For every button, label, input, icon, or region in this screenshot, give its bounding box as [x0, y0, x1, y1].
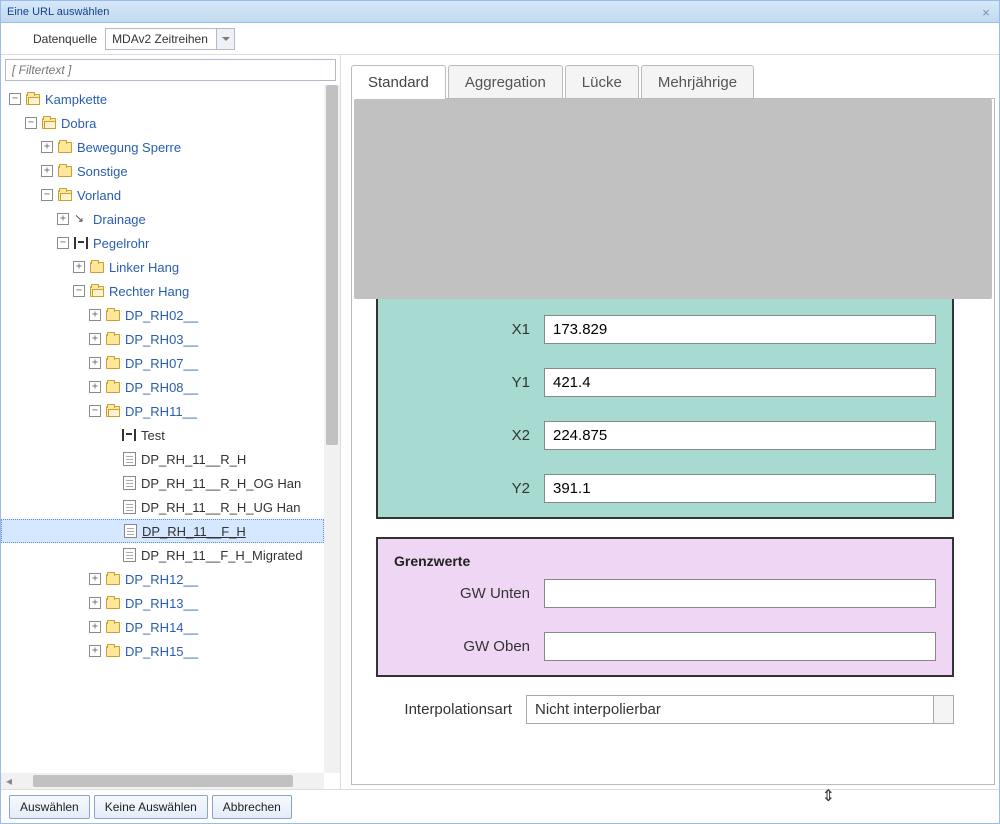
tree-node-rh11-f-h[interactable]: DP_RH_11__F_H [1, 519, 324, 543]
tree-node-rh15[interactable]: +DP_RH15__ [1, 639, 324, 663]
chevron-down-icon[interactable] [216, 29, 234, 49]
folder-closed-icon [105, 308, 121, 322]
tab-luecke[interactable]: Lücke [565, 65, 639, 99]
select-button[interactable]: Auswählen [9, 795, 90, 819]
filter-input[interactable] [5, 59, 336, 81]
tabs: Standard Aggregation Lücke Mehrjährige [351, 65, 995, 99]
folder-open-icon [89, 284, 105, 298]
toolbar: Datenquelle MDAv2 Zeitreihen [1, 23, 999, 55]
datasource-value: MDAv2 Zeitreihen [106, 29, 216, 49]
detail-panel: Standard Aggregation Lücke Mehrjährige D… [341, 55, 999, 789]
datasource-label: Datenquelle [33, 32, 97, 46]
tree-node-rh03[interactable]: +DP_RH03__ [1, 327, 324, 351]
document-icon [121, 500, 137, 514]
folder-closed-icon [105, 332, 121, 346]
folder-closed-icon [89, 260, 105, 274]
folder-open-icon [57, 188, 73, 202]
document-icon [121, 476, 137, 490]
folder-closed-icon [105, 572, 121, 586]
deselect-button[interactable]: Keine Auswählen [94, 795, 208, 819]
close-icon[interactable]: × [979, 5, 993, 19]
tab-mehrjaehrige[interactable]: Mehrjährige [641, 65, 754, 99]
tree-node-pegelrohr[interactable]: −Pegelrohr [1, 231, 324, 255]
tree-node-drainage[interactable]: +Drainage [1, 207, 324, 231]
y1-input[interactable] [544, 368, 936, 397]
y2-label: Y2 [394, 480, 544, 497]
folder-closed-icon [105, 380, 121, 394]
dialog-title: Eine URL auswählen [7, 6, 979, 18]
titlebar: Eine URL auswählen × [1, 1, 999, 23]
folder-closed-icon [105, 620, 121, 634]
interpolationsart-select[interactable]: Nicht interpolierbar [526, 695, 954, 724]
tree-node-rh12[interactable]: +DP_RH12__ [1, 567, 324, 591]
resize-cursor-icon: ⇕ [822, 786, 835, 806]
folder-closed-icon [105, 356, 121, 370]
folder-closed-icon [57, 140, 73, 154]
document-icon [121, 548, 137, 562]
x2-label: X2 [394, 427, 544, 444]
tree-node-rh11-r-h-ug[interactable]: DP_RH_11__R_H_UG Han [1, 495, 324, 519]
tree-node-rechterhang[interactable]: −Rechter Hang [1, 279, 324, 303]
interpolationsart-value: Nicht interpolierbar [526, 695, 934, 724]
tree-horizontal-scrollbar[interactable]: ◂ [1, 773, 324, 789]
folder-closed-icon [105, 644, 121, 658]
y2-input[interactable] [544, 474, 936, 503]
tree-panel: −Kampkette −Dobra +Bewegung Sperre +Sons… [1, 55, 341, 789]
drainage-icon [73, 212, 89, 226]
tree-node-kampkette[interactable]: −Kampkette [1, 87, 324, 111]
tab-standard[interactable]: Standard [351, 65, 446, 99]
gw-oben-input[interactable] [544, 632, 936, 661]
folder-open-icon [41, 116, 57, 130]
cancel-button[interactable]: Abbrechen [212, 795, 292, 819]
tree-node-dobra[interactable]: −Dobra [1, 111, 324, 135]
tree[interactable]: −Kampkette −Dobra +Bewegung Sperre +Sons… [1, 85, 324, 773]
fieldset-grenzwerte: Grenzwerte GW Unten GW Oben [376, 537, 954, 677]
tree-node-rh11-f-h-mig[interactable]: DP_RH_11__F_H_Migrated [1, 543, 324, 567]
tree-node-rh02[interactable]: +DP_RH02__ [1, 303, 324, 327]
folder-closed-icon [57, 164, 73, 178]
folder-closed-icon [105, 596, 121, 610]
x2-input[interactable] [544, 421, 936, 450]
y1-label: Y1 [394, 374, 544, 391]
tree-node-test[interactable]: Test [1, 423, 324, 447]
tree-node-rh08[interactable]: +DP_RH08__ [1, 375, 324, 399]
tree-node-rh14[interactable]: +DP_RH14__ [1, 615, 324, 639]
tree-node-rh07[interactable]: +DP_RH07__ [1, 351, 324, 375]
tree-node-rh11-r-h[interactable]: DP_RH_11__R_H [1, 447, 324, 471]
tree-node-rh11-r-h-og[interactable]: DP_RH_11__R_H_OG Han [1, 471, 324, 495]
datasource-select[interactable]: MDAv2 Zeitreihen [105, 28, 235, 50]
gw-unten-label: GW Unten [394, 585, 544, 602]
folder-open-icon [105, 404, 121, 418]
chevron-down-icon[interactable] [934, 695, 954, 724]
tab-aggregation[interactable]: Aggregation [448, 65, 563, 99]
gw-unten-input[interactable] [544, 579, 936, 608]
tree-node-linkerhang[interactable]: +Linker Hang [1, 255, 324, 279]
interpolationsart-label: Interpolationsart [376, 701, 526, 718]
grenzwerte-legend: Grenzwerte [394, 553, 936, 569]
x1-label: X1 [394, 321, 544, 338]
tree-node-vorland[interactable]: −Vorland [1, 183, 324, 207]
tree-node-sonstige[interactable]: +Sonstige [1, 159, 324, 183]
pipe-icon [121, 428, 137, 442]
folder-open-icon [25, 92, 41, 106]
gw-oben-label: GW Oben [394, 638, 544, 655]
tree-vertical-scrollbar[interactable] [324, 85, 340, 773]
tree-node-bewegung[interactable]: +Bewegung Sperre [1, 135, 324, 159]
tree-node-rh11[interactable]: −DP_RH11__ [1, 399, 324, 423]
dialog: Eine URL auswählen × Datenquelle MDAv2 Z… [0, 0, 1000, 824]
x1-input[interactable] [544, 315, 936, 344]
pipe-icon [73, 236, 89, 250]
document-icon [121, 452, 137, 466]
document-icon [122, 524, 138, 538]
body: −Kampkette −Dobra +Bewegung Sperre +Sons… [1, 55, 999, 789]
tree-node-rh13[interactable]: +DP_RH13__ [1, 591, 324, 615]
footer: Auswählen Keine Auswählen Abbrechen [1, 789, 999, 823]
